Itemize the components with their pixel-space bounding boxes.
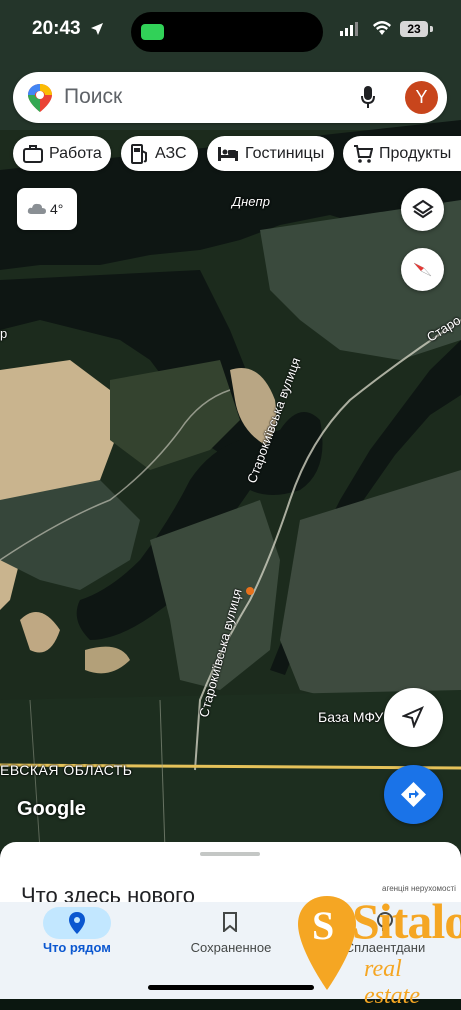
compass-button[interactable] [401, 248, 444, 291]
cellular-signal-icon [340, 22, 358, 36]
nav-label: Сохраненное [190, 940, 272, 955]
watermark-brand: Sitalo [352, 893, 461, 949]
weather-temp: 4° [50, 201, 64, 217]
camera-indicator-icon [141, 24, 164, 40]
chip-groceries[interactable]: Продукты [343, 136, 461, 171]
cart-icon [354, 144, 373, 163]
compass-icon [413, 262, 432, 277]
directions-button[interactable] [384, 765, 443, 824]
region-label: ЕВСКАЯ ОБЛАСТЬ [0, 762, 133, 778]
chip-hotels[interactable]: Гостиницы [207, 136, 334, 171]
svg-text:S: S [312, 903, 334, 948]
directions-icon [401, 782, 426, 807]
microphone-icon[interactable] [361, 86, 375, 108]
search-bar[interactable]: Поиск Y [13, 72, 447, 123]
status-time: 20:43 [32, 18, 81, 39]
navigation-arrow-icon [402, 706, 424, 728]
cloud-icon [27, 203, 46, 214]
bookmark-icon [223, 912, 237, 932]
status-bar: 20:43 23 [0, 0, 461, 60]
river-label-fragment: р [0, 326, 8, 341]
my-location-button[interactable] [384, 688, 443, 747]
watermark-logo: агенція нерухомості S Sitalo real estate [294, 884, 461, 1009]
search-input[interactable]: Поиск [64, 85, 122, 109]
google-maps-pin-icon [28, 84, 52, 112]
layers-button[interactable] [401, 188, 444, 231]
home-indicator[interactable] [148, 985, 314, 990]
chip-label: Работа [49, 144, 102, 162]
place-label[interactable]: База МФУ [318, 709, 383, 725]
chip-gas[interactable]: АЗС [121, 136, 198, 171]
nav-label: Что рядом [43, 940, 111, 955]
location-pin-icon [69, 912, 85, 934]
chip-label: Продукты [379, 144, 452, 162]
account-avatar[interactable]: Y [405, 81, 438, 114]
sheet-drag-handle[interactable] [200, 852, 260, 856]
wifi-icon [373, 21, 391, 35]
nav-explore[interactable]: Что рядом [0, 902, 154, 982]
bed-icon [218, 146, 238, 161]
dynamic-island [131, 12, 323, 52]
chip-label: АЗС [155, 144, 187, 162]
watermark-pin-icon: S [298, 896, 356, 990]
watermark-tagline: real estate [364, 956, 420, 1009]
weather-widget[interactable]: 4° [17, 188, 77, 230]
battery-tip [430, 26, 433, 32]
chip-work[interactable]: Работа [13, 136, 111, 171]
nav-saved[interactable]: Сохраненное [154, 902, 308, 982]
battery-indicator: 23 [400, 21, 428, 37]
river-label: Днепр [232, 194, 270, 209]
fuel-icon [131, 143, 147, 164]
layers-icon [412, 199, 434, 219]
briefcase-icon [23, 144, 43, 163]
google-logo: Google [17, 798, 86, 820]
location-arrow-icon [91, 23, 103, 35]
chip-label: Гостиницы [245, 144, 325, 162]
